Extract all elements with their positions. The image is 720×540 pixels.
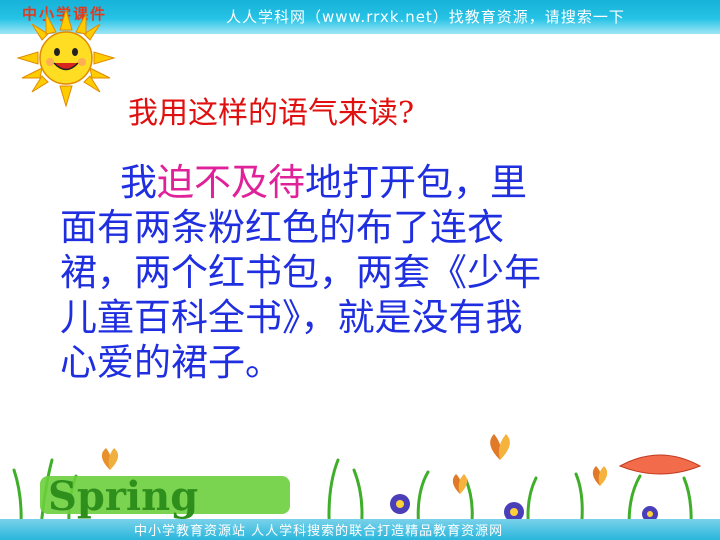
butterfly-icon [452, 474, 468, 494]
body-line-1-post: 地打开包，里 [305, 161, 527, 204]
spring-word: Spring [48, 473, 198, 520]
banner-slogan: 人人学科网（www.rrxk.net）找教育资源，请搜索一下 [226, 8, 625, 26]
flower-icon [390, 494, 410, 514]
body-line-2: 面有两条粉红色的布了连衣 [60, 206, 504, 249]
body-line-1: 我迫不及待地打开包，里 [60, 160, 690, 205]
body-line-3: 裙，两个红书包，两套《少年 [60, 251, 541, 294]
butterfly-icon [490, 434, 510, 460]
body-line-4: 儿童百科全书》，就是没有我 [60, 296, 523, 339]
bottom-banner: 中小学教育资源站 人人学科搜索的联合打造精品教育资源网 [0, 519, 720, 540]
slide-body-text: 我迫不及待地打开包，里 面有两条粉红色的布了连衣 裙，两个红书包，两套《少年 儿… [60, 160, 690, 385]
highlighted-phrase: 迫不及待 [157, 161, 305, 204]
leaf-icon [618, 454, 702, 475]
butterfly-icon [101, 448, 119, 470]
body-line-5: 心爱的裙子。 [60, 341, 282, 384]
slide-heading: 我用这样的语气来读? [128, 96, 415, 131]
butterfly-icon [592, 466, 608, 486]
body-line-1-pre: 我 [120, 161, 157, 204]
spring-word-art: Spring [40, 473, 290, 520]
sun-icon [16, 8, 116, 108]
footer-text: 中小学教育资源站 人人学科搜索的联合打造精品教育资源网 [134, 524, 504, 539]
